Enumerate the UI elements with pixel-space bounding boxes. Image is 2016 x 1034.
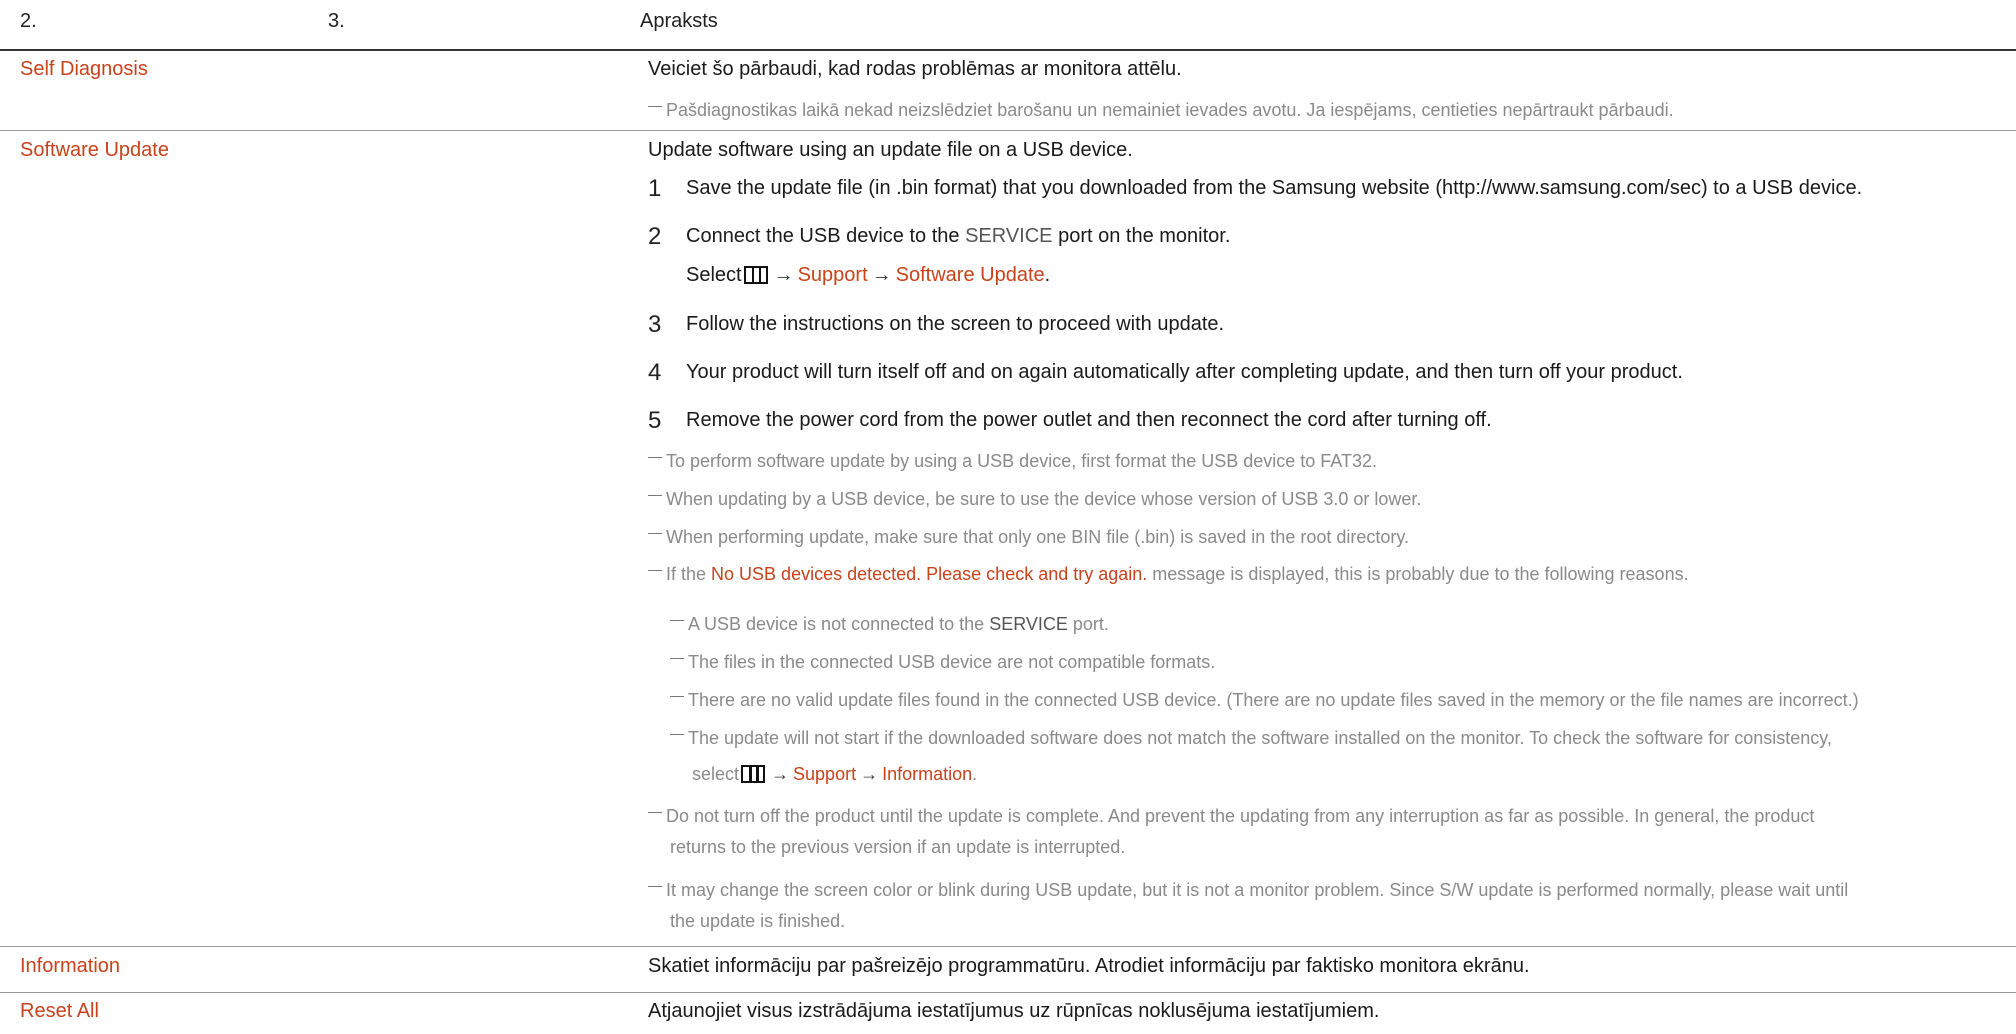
note: If the No USB devices detected. Please c… xyxy=(648,564,1689,585)
information-menu-link: Information xyxy=(882,764,973,784)
information-text: Skatiet informāciju par pašreizējo progr… xyxy=(648,955,1530,977)
software-update-label: Software Update xyxy=(20,139,169,161)
menu-grid-icon xyxy=(741,765,766,783)
dash-icon xyxy=(648,812,662,813)
step-number: 3 xyxy=(648,311,662,338)
reason-select-line: select → Support → Information. xyxy=(692,764,978,784)
select-path-line: Select → Support → Software Update. xyxy=(686,264,1051,286)
reset-all-label: Reset All xyxy=(20,1000,99,1022)
dash-icon xyxy=(648,570,662,571)
reason-note: The update will not start if the downloa… xyxy=(670,728,1832,749)
dash-icon xyxy=(648,495,662,496)
note: When performing update, make sure that o… xyxy=(648,527,1409,548)
reason-note: The files in the connected USB device ar… xyxy=(670,652,1215,673)
reset-all-text: Atjaunojiet visus izstrādājuma iestatīju… xyxy=(648,1000,1380,1022)
note: To perform software update by using a US… xyxy=(648,451,1377,472)
final-note-cont: the update is finished. xyxy=(670,911,846,931)
menu-grid-icon xyxy=(743,266,768,284)
row-information: Information Skatiet informāciju par pašr… xyxy=(0,947,2016,992)
right-arrow-icon: → xyxy=(860,764,879,784)
information-label: Information xyxy=(20,955,121,977)
step-number: 1 xyxy=(648,175,662,202)
dash-icon xyxy=(648,457,662,458)
dash-icon xyxy=(648,106,662,107)
step-text: Remove the power cord from the power out… xyxy=(686,409,1492,431)
step-text: Save the update file (in .bin format) th… xyxy=(686,177,1863,199)
reason-note: There are no valid update files found in… xyxy=(670,690,1859,711)
software-update-intro: Update software using an update file on … xyxy=(648,139,1133,161)
header-col-3: Apraksts xyxy=(640,10,718,32)
dash-icon xyxy=(670,734,684,735)
note-text: Pašdiagnostikas laikā nekad neizslēdziet… xyxy=(666,100,1674,120)
step-number: 4 xyxy=(648,359,662,386)
row-reset-all: Reset All Atjaunojiet visus izstrādājuma… xyxy=(0,993,2016,1034)
error-message: No USB devices detected. Please check an… xyxy=(711,564,1148,584)
final-note-cont: returns to the previous version if an up… xyxy=(670,837,1126,857)
dash-icon xyxy=(648,533,662,534)
dash-icon xyxy=(648,886,662,887)
software-update-menu-link: Software Update xyxy=(895,264,1045,286)
final-note: Do not turn off the product until the up… xyxy=(648,806,1814,827)
header-col-1: 2. xyxy=(20,10,37,32)
self-diagnosis-note: Pašdiagnostikas laikā nekad neizslēdziet… xyxy=(648,100,1674,121)
right-arrow-icon: → xyxy=(771,764,790,784)
dash-icon xyxy=(670,696,684,697)
row-self-diagnosis: Self Diagnosis Veiciet šo pārbaudi, kad … xyxy=(0,50,2016,130)
support-menu-link: Support xyxy=(793,764,857,784)
self-diagnosis-text: Veiciet šo pārbaudi, kad rodas problēmas… xyxy=(648,58,1182,80)
self-diagnosis-label: Self Diagnosis xyxy=(20,58,148,80)
step-text: Connect the USB device to the SERVICE po… xyxy=(686,225,1231,247)
support-menu-link: Support xyxy=(797,264,868,286)
dash-icon xyxy=(670,658,684,659)
right-arrow-icon: → xyxy=(871,264,892,286)
row-software-update: Software Update Update software using an… xyxy=(0,131,2016,946)
table-header: 2. 3. Apraksts xyxy=(0,0,2016,51)
right-arrow-icon: → xyxy=(773,264,794,286)
step-text: Your product will turn itself off and on… xyxy=(686,361,1683,383)
step-number: 2 xyxy=(648,223,662,250)
step-text: Follow the instructions on the screen to… xyxy=(686,313,1225,335)
note: When updating by a USB device, be sure t… xyxy=(648,489,1421,510)
step-number: 5 xyxy=(648,407,662,434)
header-col-2: 3. xyxy=(328,10,345,32)
dash-icon xyxy=(670,620,684,621)
final-note: It may change the screen color or blink … xyxy=(648,880,1848,901)
reason-note: A USB device is not connected to the SER… xyxy=(670,614,1109,635)
